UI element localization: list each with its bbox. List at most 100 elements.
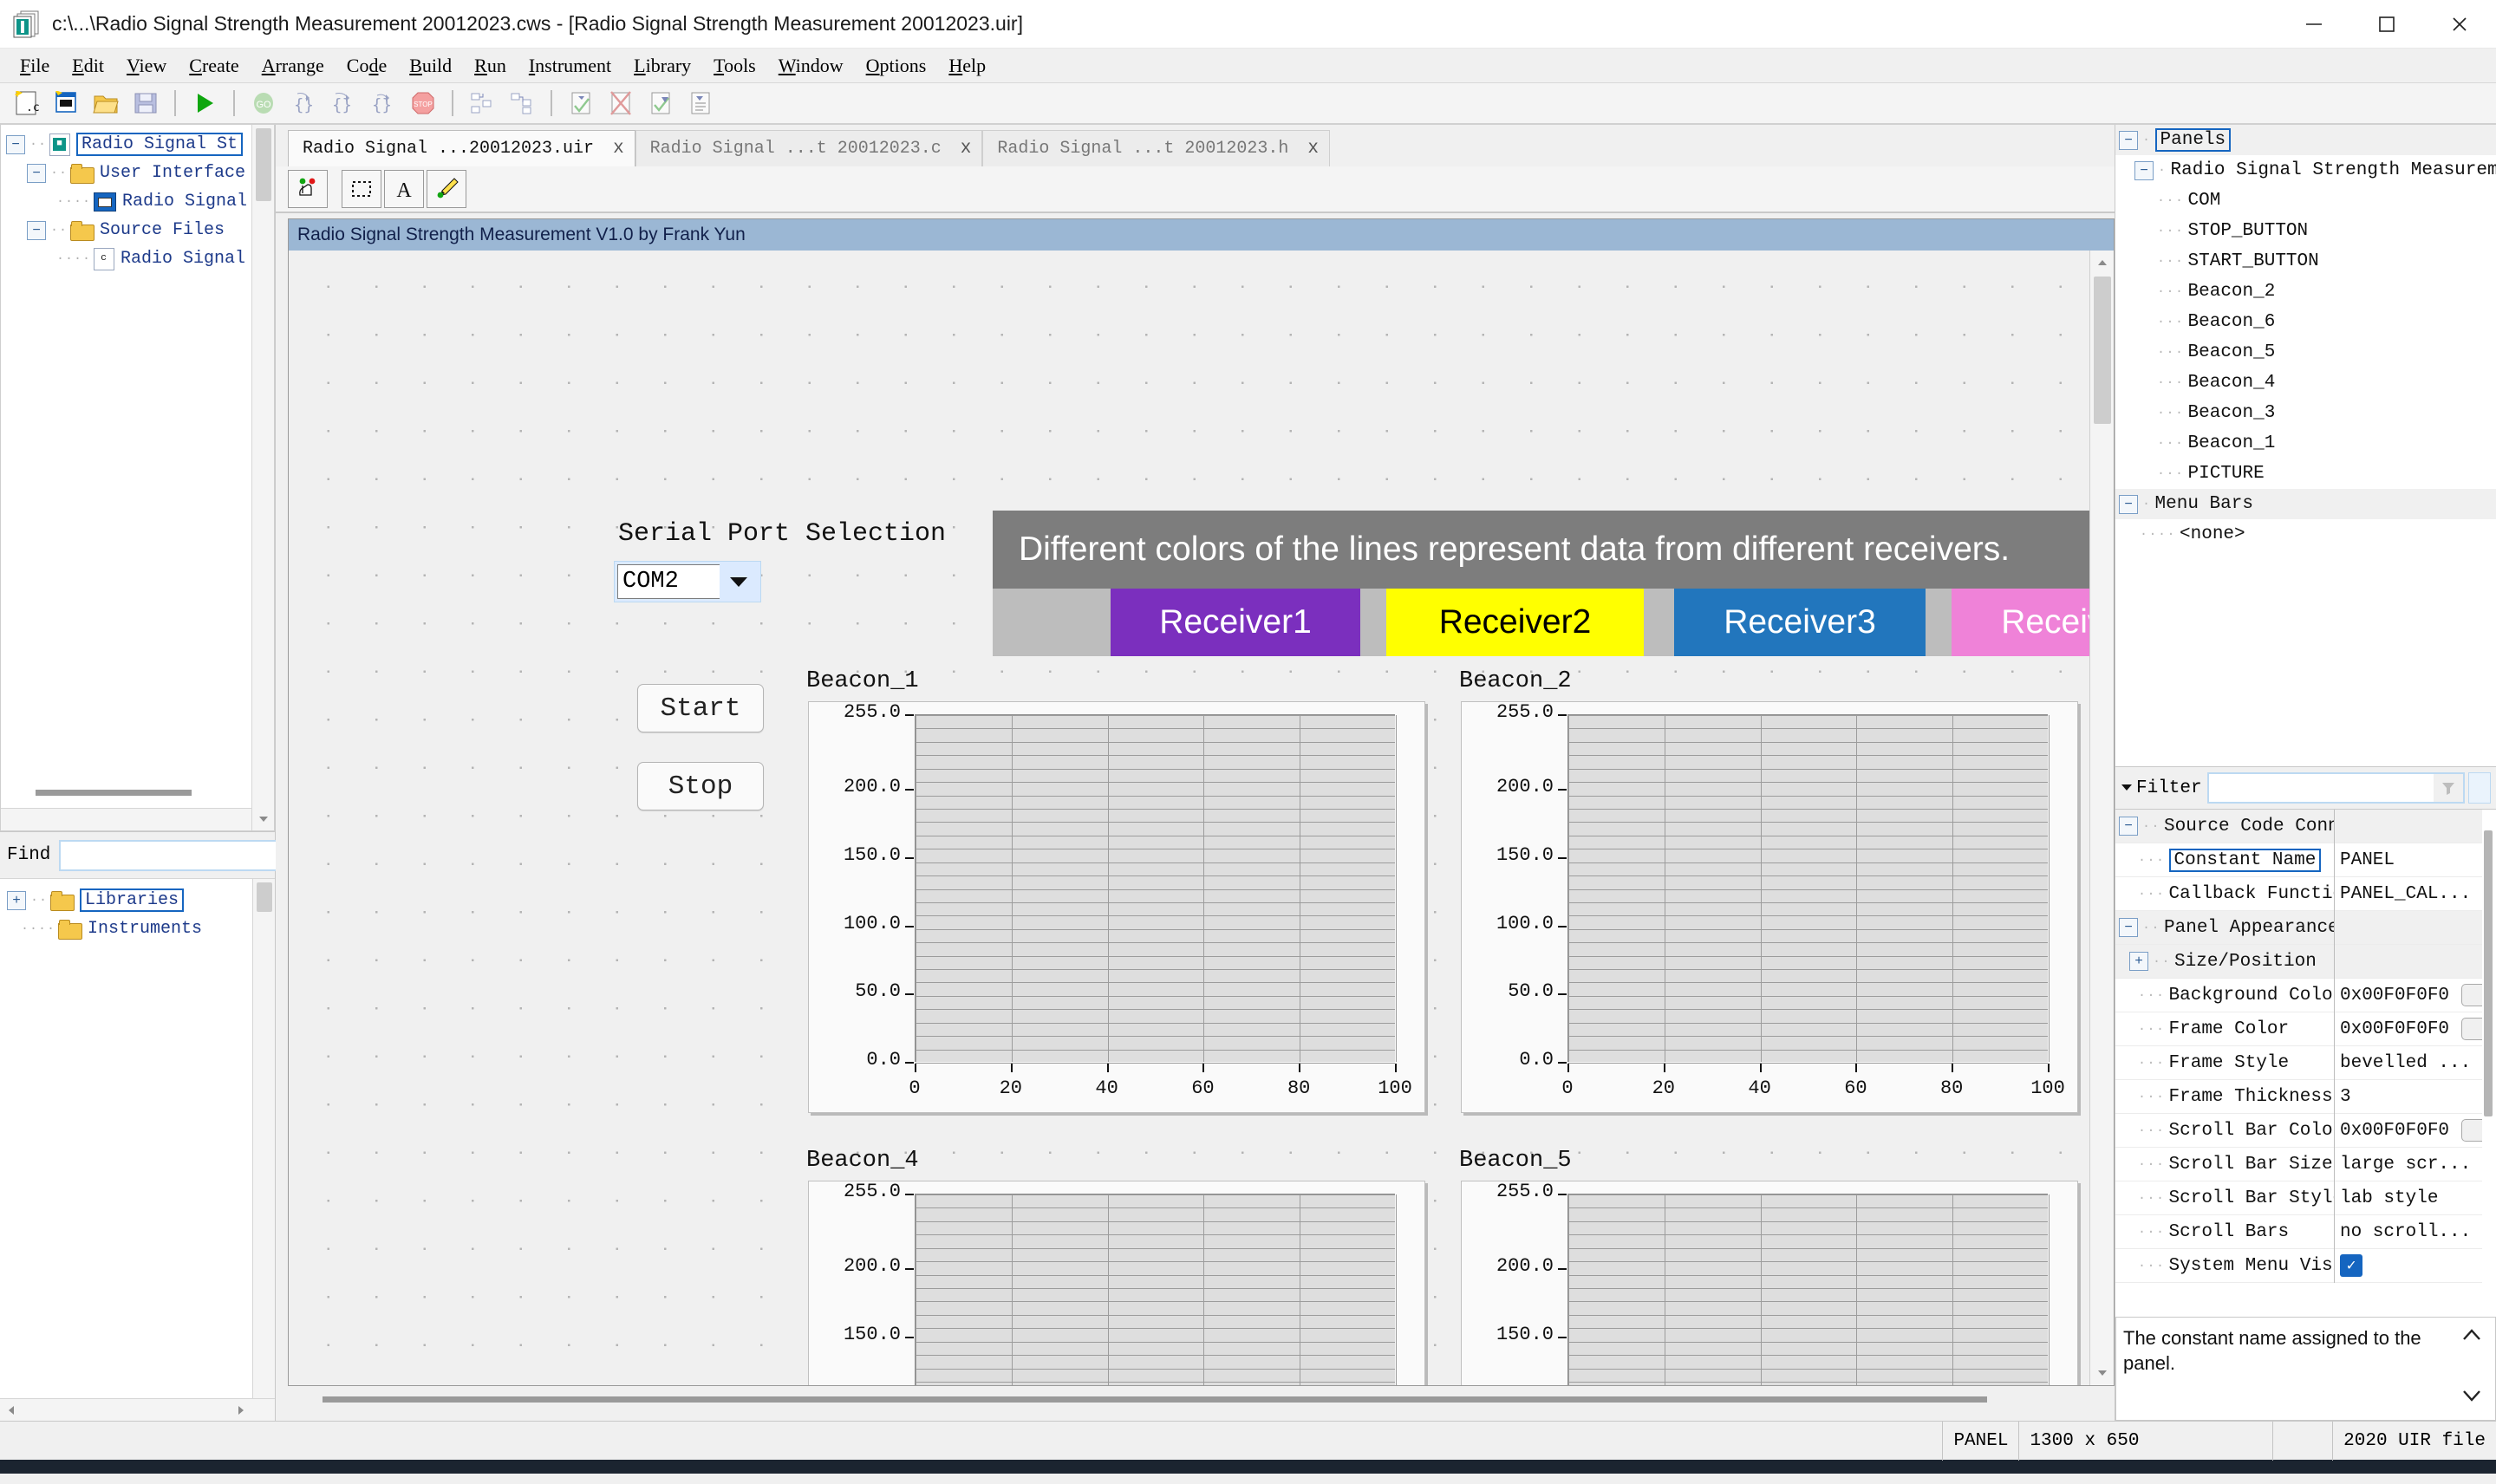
- scroll-down-arrow[interactable]: [2090, 1361, 2114, 1385]
- filter-funnel-icon[interactable]: [2434, 774, 2463, 802]
- property-row-scroll-bars[interactable]: ··· Scroll Bars no scroll...: [2115, 1214, 2496, 1249]
- open-file-icon[interactable]: [87, 85, 125, 121]
- scroll-up-arrow[interactable]: [2090, 251, 2114, 275]
- tree-item-project[interactable]: − ·· ■ Radio Signal St: [6, 130, 270, 159]
- close-icon[interactable]: x: [961, 139, 972, 159]
- triangle-down-icon[interactable]: [2121, 778, 2133, 798]
- stop-button[interactable]: Stop: [637, 762, 764, 810]
- menu-instrument[interactable]: Instrument: [518, 51, 622, 81]
- expander-icon[interactable]: −: [2119, 130, 2138, 150]
- property-row-scroll-bar-color[interactable]: ··· Scroll Bar Color 0x00F0F0F0: [2115, 1113, 2496, 1148]
- panels-tree[interactable]: − · Panels − · Radio Signal Strength Mea…: [2115, 125, 2496, 766]
- scroll-left-arrow[interactable]: [0, 1399, 23, 1421]
- property-value[interactable]: 3: [2335, 1087, 2496, 1107]
- tree-item-source-files[interactable]: − ·· Source Files: [6, 216, 270, 244]
- property-row-callback-function[interactable]: ··· Callback Function PANEL_CAL...: [2115, 876, 2496, 911]
- menu-window[interactable]: Window: [767, 51, 855, 81]
- libraries-tree[interactable]: + ·· Libraries ···· Instruments: [0, 878, 275, 1421]
- menu-options[interactable]: Options: [855, 51, 938, 81]
- panels-tree-item-beacon-2[interactable]: ··· Beacon_2: [2115, 277, 2496, 307]
- generate-code-icon[interactable]: [681, 85, 720, 121]
- menu-library[interactable]: Library: [622, 51, 702, 81]
- new-ui-file-icon[interactable]: [47, 85, 85, 121]
- property-row-scroll-bar-style[interactable]: ··· Scroll Bar Style lab style: [2115, 1181, 2496, 1215]
- close-icon[interactable]: [2423, 0, 2496, 49]
- terminate-execution-icon[interactable]: STOP: [404, 85, 442, 121]
- property-row-system-menu-visible[interactable]: ··· System Menu Visib ✓: [2115, 1248, 2496, 1283]
- project-hscroll-thumb[interactable]: [36, 790, 192, 796]
- build-icon[interactable]: [642, 85, 680, 121]
- panels-tree-item-beacon-3[interactable]: ··· Beacon_3: [2115, 398, 2496, 428]
- start-button[interactable]: Start: [637, 684, 764, 732]
- chevron-down-icon[interactable]: [720, 564, 758, 599]
- property-value[interactable]: 0x00F0F0F0: [2335, 1119, 2496, 1142]
- property-value[interactable]: large scr...: [2335, 1155, 2496, 1175]
- step-out-icon[interactable]: {}: [364, 85, 402, 121]
- help-scrollbar[interactable]: [2455, 1326, 2488, 1411]
- panel-body[interactable]: Serial Port Selection COM2 Start Stop Di…: [289, 251, 2114, 1385]
- view-callees-icon[interactable]: [503, 85, 541, 121]
- tree-item-c-file[interactable]: ···· c Radio Signal: [6, 244, 270, 273]
- expander-icon[interactable]: −: [27, 220, 46, 240]
- property-row-size-position[interactable]: + ·· Size/Position: [2115, 944, 2496, 979]
- panels-tree-item-beacon-5[interactable]: ··· Beacon_5: [2115, 337, 2496, 368]
- scrollbar-thumb[interactable]: [2094, 277, 2111, 424]
- tab-c[interactable]: Radio Signal ...t 20012023.c x: [635, 130, 983, 166]
- clear-errors-icon[interactable]: [602, 85, 640, 121]
- libraries-hscrollbar[interactable]: [0, 1398, 275, 1421]
- run-project-icon[interactable]: [186, 85, 224, 121]
- property-row-source-code-connection[interactable]: − ·· Source Code Connec: [2115, 810, 2496, 843]
- menu-build[interactable]: Build: [398, 51, 463, 81]
- filter-extra-button[interactable]: [2468, 772, 2491, 804]
- step-over-icon[interactable]: {}: [324, 85, 362, 121]
- menu-help[interactable]: Help: [937, 51, 997, 81]
- project-tree-scrollbar[interactable]: [251, 125, 274, 830]
- project-tree[interactable]: − ·· ■ Radio Signal St − ·· User Interfa…: [0, 125, 275, 831]
- expander-icon[interactable]: +: [7, 890, 26, 910]
- tree-item-uir-file[interactable]: ···· Radio Signal: [6, 187, 270, 216]
- expander-icon[interactable]: −: [2134, 160, 2154, 180]
- tab-h[interactable]: Radio Signal ...t 20012023.h x: [982, 130, 1331, 166]
- tree-item-user-interface[interactable]: − ·· User Interface: [6, 159, 270, 187]
- property-value[interactable]: PANEL_CAL...: [2335, 884, 2496, 904]
- checkbox-checked-icon[interactable]: ✓: [2340, 1254, 2362, 1277]
- panels-tree-item-none[interactable]: ···· <none>: [2115, 519, 2496, 550]
- libraries-scrollbar[interactable]: [252, 879, 275, 1398]
- panel-vertical-scrollbar[interactable]: [2089, 251, 2114, 1385]
- property-value[interactable]: PANEL: [2335, 850, 2496, 870]
- scrollbar-thumb[interactable]: [257, 882, 272, 912]
- save-file-icon[interactable]: [127, 85, 165, 121]
- panels-tree-item-panel[interactable]: − · Radio Signal Strength Measuremen: [2115, 155, 2496, 186]
- expander-icon[interactable]: −: [6, 134, 25, 154]
- chevron-down-icon[interactable]: [2460, 1385, 2483, 1411]
- properties-scrollbar[interactable]: [2482, 810, 2496, 1317]
- close-icon[interactable]: x: [1307, 139, 1319, 159]
- panels-tree-item-beacon-4[interactable]: ··· Beacon_4: [2115, 368, 2496, 398]
- scroll-right-arrow[interactable]: [230, 1399, 252, 1421]
- new-source-file-icon[interactable]: .c: [7, 85, 45, 121]
- panels-tree-item-beacon-1[interactable]: ··· Beacon_1: [2115, 428, 2496, 459]
- color-tool-icon[interactable]: [427, 170, 466, 208]
- expander-icon[interactable]: −: [2119, 817, 2138, 836]
- tree-item-libraries[interactable]: + ·· Libraries: [7, 886, 275, 914]
- minimize-icon[interactable]: [2278, 0, 2350, 49]
- graph-beacon-5[interactable]: 0.050.0100.0150.0200.0255.0020406080100: [1461, 1181, 2078, 1385]
- panels-tree-item-stop-button[interactable]: ··· STOP_BUTTON: [2115, 216, 2496, 246]
- step-into-icon[interactable]: {}: [284, 85, 323, 121]
- maximize-icon[interactable]: [2350, 0, 2423, 49]
- tree-item-instruments[interactable]: ···· Instruments: [7, 914, 275, 943]
- property-value[interactable]: lab style: [2335, 1188, 2496, 1208]
- panel-horizontal-scrollbar[interactable]: [288, 1386, 2115, 1416]
- label-tool-icon[interactable]: A: [384, 170, 424, 208]
- property-value[interactable]: 0x00F0F0F0: [2335, 1018, 2496, 1040]
- property-value[interactable]: no scroll...: [2335, 1222, 2496, 1242]
- scroll-down-arrow[interactable]: [252, 808, 274, 830]
- property-row-frame-thickness[interactable]: ··· Frame Thickness 3: [2115, 1079, 2496, 1114]
- go-debug-icon[interactable]: GO: [244, 85, 283, 121]
- panels-tree-item-beacon-6[interactable]: ··· Beacon_6: [2115, 307, 2496, 337]
- tab-uir[interactable]: Radio Signal ...20012023.uir x: [288, 130, 635, 166]
- panels-tree-item-panels[interactable]: − · Panels: [2115, 125, 2496, 155]
- menu-tools[interactable]: Tools: [702, 51, 767, 81]
- scrollbar-thumb[interactable]: [2484, 830, 2493, 1116]
- property-value[interactable]: bevelled ...: [2335, 1053, 2496, 1073]
